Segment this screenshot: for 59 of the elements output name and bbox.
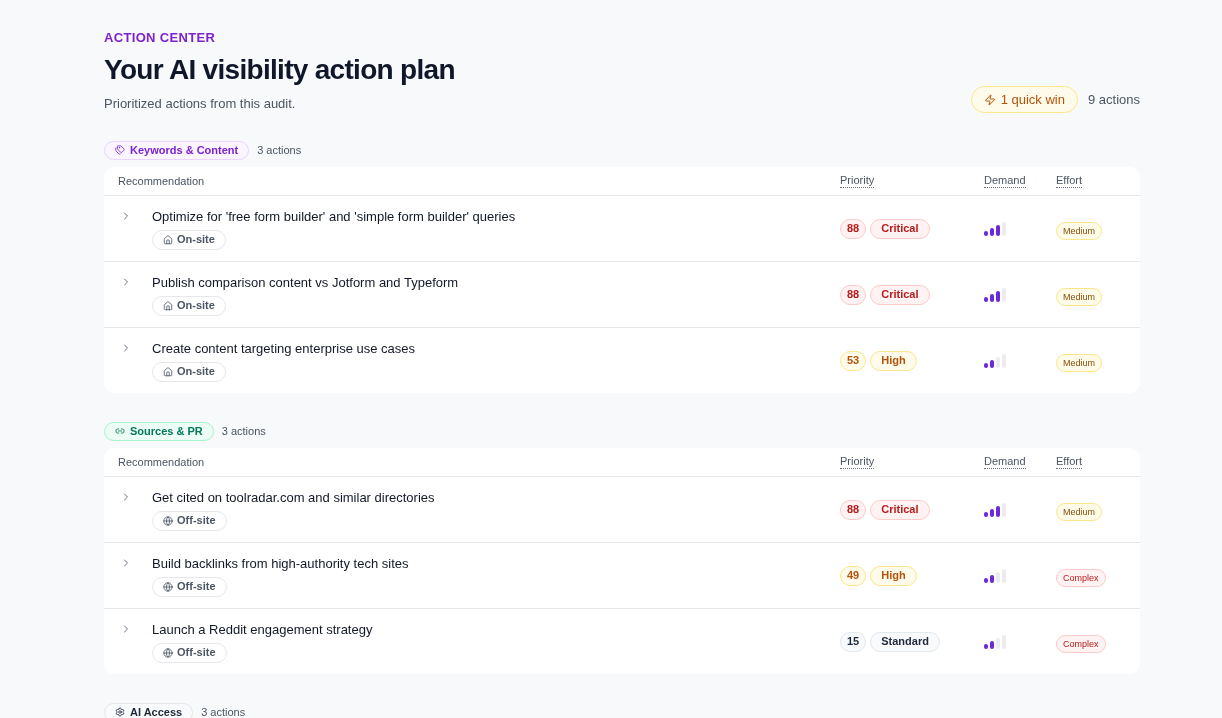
house-icon	[163, 300, 173, 311]
action-count: 3 actions	[221, 423, 266, 439]
globe-icon	[163, 581, 173, 592]
effort-badge: Medium	[1056, 222, 1102, 241]
recommendation-title: Optimize for 'free form builder' and 'simple form builder' queries	[152, 207, 516, 226]
page-title: Your AI visibility action plan	[104, 52, 455, 87]
priority-score: 49	[840, 565, 867, 586]
globe-icon	[163, 647, 173, 658]
location-tag: Off-site	[152, 510, 227, 531]
priority-score: 88	[840, 284, 867, 305]
priority-badge: High	[870, 350, 917, 371]
location-tag: On-site	[152, 361, 226, 382]
location-tag: Off-site	[152, 642, 227, 663]
priority-badge: Critical	[870, 499, 930, 520]
column-header: Demand	[984, 455, 1026, 469]
house-icon	[163, 366, 173, 377]
page-subtitle: Prioritized actions from this audit.	[104, 94, 297, 113]
location-tag: Off-site	[152, 576, 227, 597]
effort-badge: Medium	[1056, 354, 1102, 373]
house-icon	[163, 234, 173, 245]
priority-badge: Critical	[870, 218, 930, 239]
effort-badge: Complex	[1056, 635, 1106, 654]
category-chip: Sources & PR	[104, 421, 214, 441]
category-chip: Keywords & Content	[104, 140, 250, 160]
location-tag: On-site	[152, 229, 226, 250]
priority-score: 53	[840, 350, 867, 371]
priority-badge: Critical	[870, 284, 930, 305]
quick-win-badge: 1 quick win	[970, 86, 1078, 113]
gear-icon	[115, 707, 125, 717]
tag-icon	[115, 145, 125, 155]
priority-score: 88	[840, 218, 867, 239]
priority-score: 15	[840, 631, 867, 652]
location-tag: On-site	[152, 295, 226, 316]
category-chip: AI Access	[104, 702, 194, 718]
globe-icon	[163, 515, 173, 526]
column-header: Effort	[1056, 455, 1083, 469]
priority-badge: Standard	[870, 631, 940, 652]
column-header: Recommendation	[117, 173, 206, 189]
effort-badge: Medium	[1056, 288, 1102, 307]
priority-score: 88	[840, 499, 867, 520]
action-count: 3 actions	[257, 142, 302, 158]
effort-badge: Medium	[1056, 503, 1102, 522]
action-count: 3 actions	[201, 704, 246, 718]
recommendation-title: Build backlinks from high-authority tech sites	[152, 554, 409, 573]
column-header: Priority	[840, 174, 875, 188]
total-actions: 9 actions	[1087, 90, 1140, 109]
lightning-icon	[983, 93, 996, 106]
recommendation-title: Get cited on toolradar.com and similar directories	[152, 488, 435, 507]
column-header: Demand	[984, 174, 1026, 188]
link-icon	[115, 426, 125, 436]
priority-badge: High	[870, 565, 917, 586]
eyebrow-label: ACTION CENTER	[104, 29, 217, 47]
recommendation-title: Publish comparison content vs Jotform and Typeform	[152, 273, 459, 292]
effort-badge: Complex	[1056, 569, 1106, 588]
column-header: Recommendation	[117, 454, 206, 470]
recommendation-title: Launch a Reddit engagement strategy	[152, 620, 373, 639]
column-header: Effort	[1056, 174, 1083, 188]
column-header: Priority	[840, 455, 875, 469]
recommendation-title: Create content targeting enterprise use cases	[152, 339, 416, 358]
